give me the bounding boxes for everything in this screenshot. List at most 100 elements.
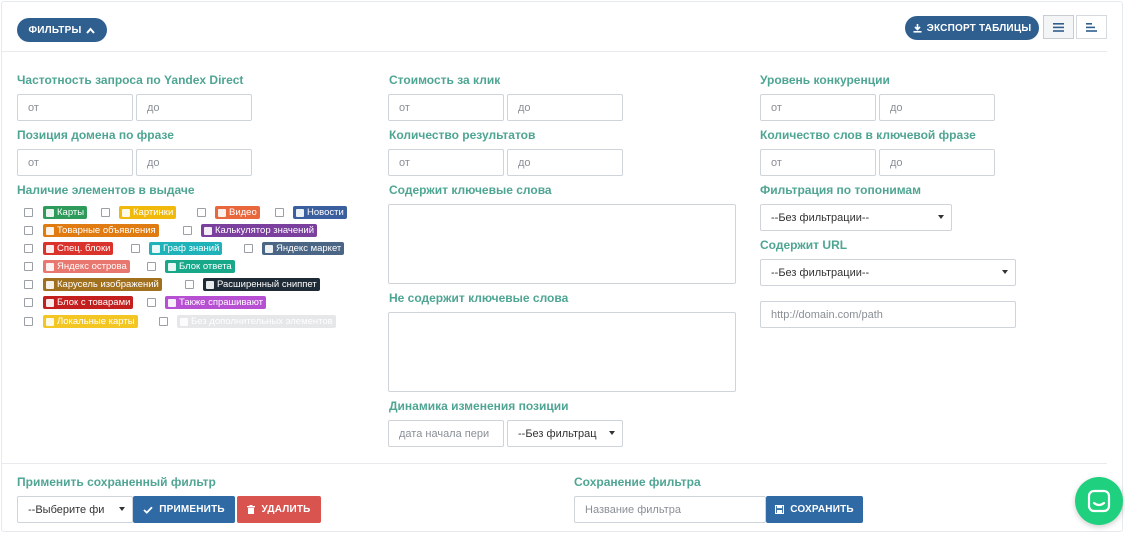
serp-element-tag[interactable]: Товарные объявления (43, 224, 159, 237)
view-full-button[interactable] (1043, 15, 1074, 39)
position-from-input[interactable]: от (17, 149, 133, 176)
competition-from-input[interactable]: от (760, 94, 876, 121)
serp-element-checkbox[interactable] (185, 280, 194, 289)
serp-element-checkbox[interactable] (197, 208, 206, 217)
chevron-up-icon (86, 26, 96, 34)
serp-element-tag[interactable]: Яндекс маркет (262, 242, 345, 255)
serp-element-icon (46, 280, 54, 289)
saved-filter-select-value: --Выберите фи (28, 503, 105, 516)
dynamics-select[interactable]: --Без фильтрац (507, 420, 623, 447)
serp-element-tag[interactable]: Яндекс острова (43, 260, 130, 273)
serp-element-checkbox[interactable] (147, 298, 156, 307)
competition-label: Уровень конкуренции (760, 73, 890, 87)
serp-element-tag[interactable]: Картинки (119, 206, 177, 219)
serp-element-label: Видео (229, 207, 257, 218)
serp-element-tag[interactable]: Карусель изображений (43, 278, 162, 291)
divider (2, 463, 1107, 464)
serp-element-tag[interactable]: Расширенный сниппет (203, 278, 320, 291)
freq-to-input[interactable]: до (136, 94, 252, 121)
apply-label: ПРИМЕНИТЬ (159, 504, 225, 515)
serp-element-tag[interactable]: Локальные карты (43, 315, 138, 328)
contains-keywords-textarea[interactable] (388, 204, 736, 284)
serp-element-label: Граф знаний (163, 243, 220, 254)
serp-element-checkbox[interactable] (101, 208, 110, 217)
filters-toggle-button[interactable]: ФИЛЬТРЫ (17, 18, 107, 42)
caret-down-icon (609, 431, 615, 435)
serp-element-label: Яндекс маркет (276, 243, 342, 254)
cpc-from-input[interactable]: от (388, 94, 504, 121)
serp-element-tag[interactable]: Карты (43, 206, 88, 219)
serp-element-label: Блок с товарами (57, 297, 131, 308)
serp-element-icon (168, 262, 176, 271)
serp-element-checkbox[interactable] (24, 262, 33, 271)
serp-element-label: Локальные карты (57, 316, 135, 327)
serp-elements-label: Наличие элементов в выдаче (17, 183, 195, 197)
toponym-select-value: --Без фильтрации-- (771, 211, 870, 224)
url-select[interactable]: --Без фильтрации-- (760, 259, 1016, 286)
toponym-label: Фильтрация по топонимам (760, 183, 921, 197)
results-to-input[interactable]: до (507, 149, 623, 176)
serp-element-tag[interactable]: Также спрашивают (165, 296, 266, 309)
caret-down-icon (938, 215, 944, 219)
view-compact-button[interactable] (1076, 15, 1107, 39)
url-label: Содержит URL (760, 238, 848, 252)
serp-element-checkbox[interactable] (244, 244, 253, 253)
export-table-button[interactable]: ЭКСПОРТ ТАБЛИЦЫ (905, 16, 1039, 40)
serp-element-icon (168, 298, 176, 307)
serp-element-tag[interactable]: Спец. блоки (43, 242, 114, 255)
words-to-input[interactable]: до (879, 149, 995, 176)
serp-element-tag[interactable]: Блок ответа (165, 260, 235, 273)
serp-element-label: Карты (57, 207, 85, 218)
serp-element-checkbox[interactable] (24, 226, 33, 235)
words-from-input[interactable]: от (760, 149, 876, 176)
serp-element-tag[interactable]: Новости (293, 206, 347, 219)
words-count-label: Количество слов в ключевой фразе (760, 128, 976, 142)
serp-element-checkbox[interactable] (24, 317, 33, 326)
toponym-select[interactable]: --Без фильтрации-- (760, 204, 952, 231)
serp-element-tag[interactable]: Блок с товарами (43, 296, 134, 309)
freq-from-input[interactable]: от (17, 94, 133, 121)
serp-element-checkbox[interactable] (183, 226, 192, 235)
divider (2, 51, 1107, 52)
serp-element-icon (46, 208, 54, 217)
competition-to-input[interactable]: до (879, 94, 995, 121)
serp-element-icon (46, 298, 54, 307)
serp-element-tag[interactable]: Граф знаний (149, 242, 223, 255)
dynamics-date-input[interactable]: дата начала пери (388, 420, 504, 447)
floppy-icon (775, 505, 785, 514)
saved-filter-select[interactable]: --Выберите фи (17, 496, 133, 523)
check-icon (143, 506, 153, 514)
cpc-to-input[interactable]: до (507, 94, 623, 121)
serp-element-checkbox[interactable] (275, 208, 284, 217)
serp-element-tag[interactable]: Калькулятор значений (201, 224, 318, 237)
serp-element-label: Блок ответа (179, 261, 232, 272)
serp-element-checkbox[interactable] (131, 244, 140, 253)
serp-element-checkbox[interactable] (24, 298, 33, 307)
url-select-value: --Без фильтрации-- (771, 266, 870, 279)
delete-button[interactable]: УДАЛИТЬ (237, 496, 321, 523)
save-button[interactable]: СОХРАНИТЬ (766, 496, 863, 523)
position-to-input[interactable]: до (136, 149, 252, 176)
serp-element-checkbox[interactable] (159, 317, 168, 326)
results-from-input[interactable]: от (388, 149, 504, 176)
filter-name-input[interactable]: Название фильтра (574, 496, 766, 523)
serp-element-tag[interactable]: Без дополнительных элементов (177, 315, 336, 328)
chat-widget-button[interactable] (1075, 477, 1123, 525)
not-contains-keywords-textarea[interactable] (388, 312, 736, 392)
position-label: Позиция домена по фразе (17, 128, 174, 142)
compact-list-icon (1086, 22, 1097, 32)
url-input[interactable]: http://domain.com/path (760, 301, 1016, 328)
serp-element-icon (46, 317, 54, 326)
serp-element-checkbox[interactable] (24, 280, 33, 289)
serp-element-icon (46, 262, 54, 271)
serp-element-icon (122, 208, 130, 217)
serp-element-label: Товарные объявления (57, 225, 156, 236)
serp-element-label: Новости (307, 207, 344, 218)
apply-button[interactable]: ПРИМЕНИТЬ (133, 496, 235, 523)
contains-keywords-label: Содержит ключевые слова (389, 183, 552, 197)
serp-element-checkbox[interactable] (147, 262, 156, 271)
serp-element-tag[interactable]: Видео (215, 206, 260, 219)
serp-element-checkbox[interactable] (24, 208, 33, 217)
serp-element-checkbox[interactable] (24, 244, 33, 253)
list-view-icon (1053, 22, 1064, 32)
